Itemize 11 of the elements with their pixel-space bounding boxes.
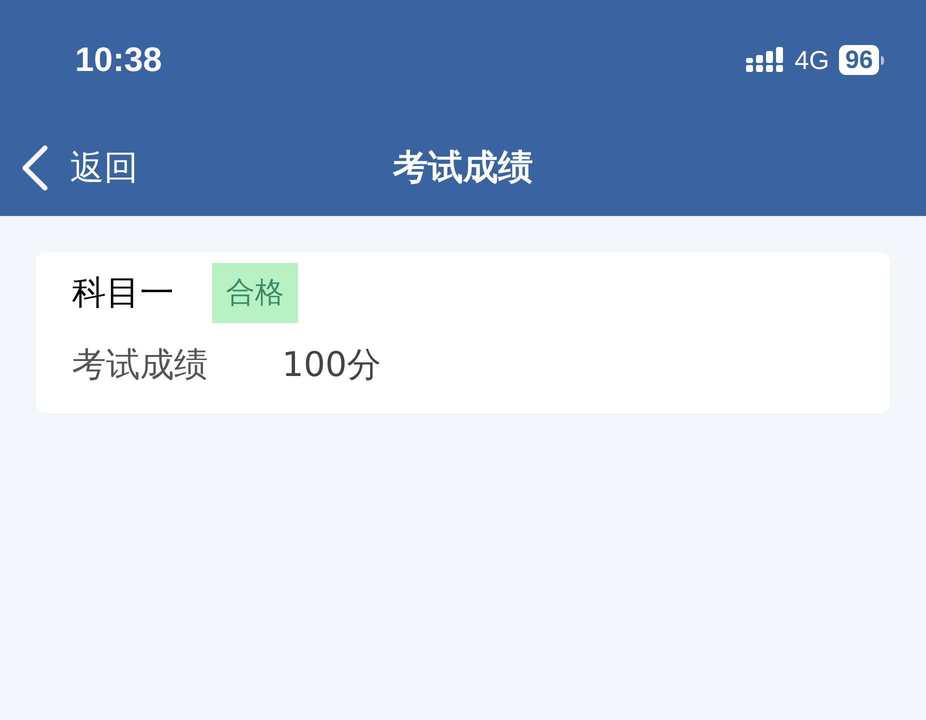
status-time: 10:38 — [75, 40, 162, 80]
signal-icon — [744, 46, 784, 74]
page-title: 考试成绩 — [393, 146, 533, 190]
result-badge: 合格 — [212, 263, 298, 323]
back-chevron-icon — [20, 145, 50, 191]
battery-icon: 96 — [839, 45, 879, 75]
back-button[interactable]: 返回 — [0, 142, 138, 194]
score-label: 考试成绩 — [72, 344, 208, 386]
network-label: 4G — [794, 44, 830, 76]
subject-name: 科目一 — [72, 272, 174, 314]
score-value: 100分 — [282, 344, 381, 386]
